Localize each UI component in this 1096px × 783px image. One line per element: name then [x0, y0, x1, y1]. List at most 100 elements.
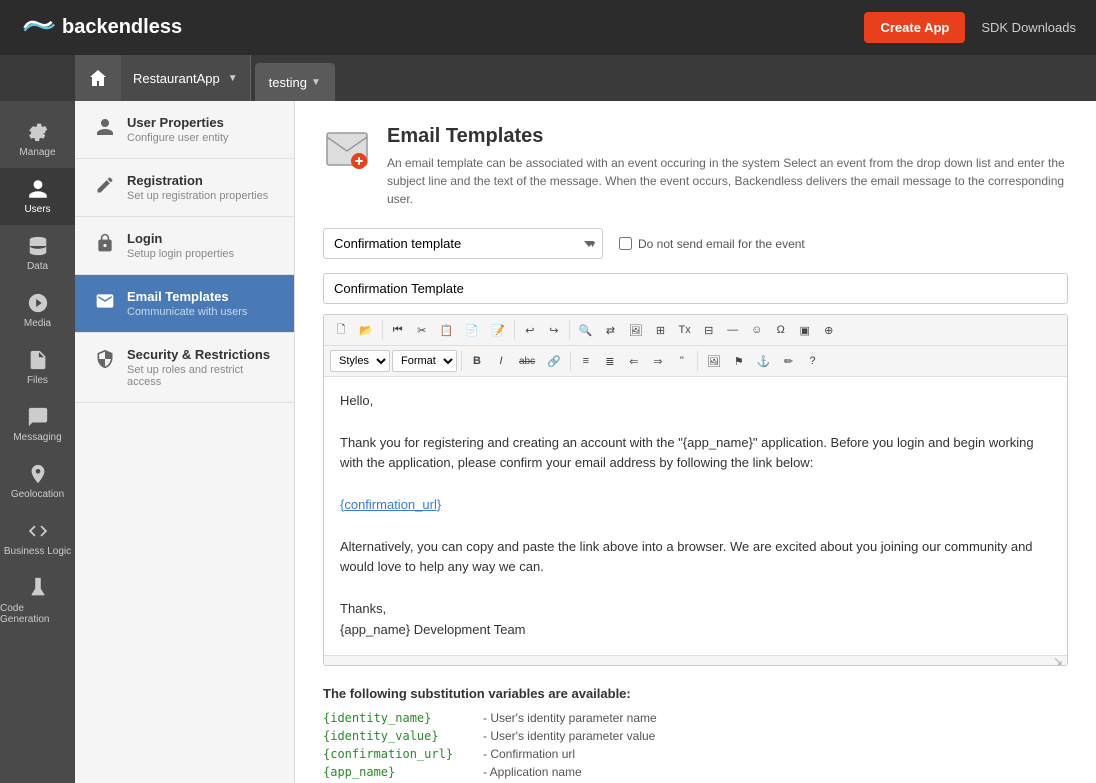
toolbar-open-btn[interactable]: 📂 [354, 319, 378, 341]
gear-icon [27, 121, 49, 143]
toolbar-undo-btn[interactable]: ↩ [519, 319, 541, 341]
toolbar-strikethrough-btn[interactable]: abc [514, 350, 540, 372]
editor-body[interactable]: Hello, Thank you for registering and cre… [324, 377, 1067, 655]
subst-desc-app-name: - Application name [483, 765, 582, 779]
nav-item-business-logic[interactable]: Business Logic [0, 510, 75, 567]
toolbar-cut-btn[interactable]: ✂ [411, 319, 433, 341]
toolbar-frame-btn[interactable]: ▣ [794, 319, 816, 341]
toolbar-new-btn[interactable]: 🗋 [330, 319, 352, 341]
toolbar-replace-btn[interactable]: ⇄ [600, 319, 622, 341]
app-selector[interactable]: RestaurantApp ▼ [121, 55, 251, 101]
page-description: An email template can be associated with… [387, 154, 1067, 208]
subst-var-app-name: {app_name} [323, 765, 483, 779]
toolbar-italic-btn[interactable]: I [490, 350, 512, 372]
toolbar-sep1 [382, 320, 383, 340]
toolbar-find-btn[interactable]: 🔍 [574, 319, 598, 341]
toolbar-outdent-btn[interactable]: ⇐ [623, 350, 645, 372]
registration-icon [95, 175, 115, 195]
toolbar-styles-select[interactable]: Styles [330, 350, 390, 372]
nav-item-users[interactable]: Users [0, 168, 75, 225]
editor-container: 🗋 📂 ⏮ ✂ 📋 📄 📝 ↩ ↪ 🔍 ⇄ 🖼 ⊞ Tx ⊟ — ☺ [323, 314, 1068, 666]
no-send-checkbox[interactable] [619, 237, 632, 250]
sidebar-item-registration[interactable]: Registration Set up registration propert… [75, 159, 294, 217]
content-area: Email Templates An email template can be… [295, 101, 1096, 783]
nav-item-files[interactable]: Files [0, 339, 75, 396]
editor-conf-url[interactable]: {confirmation_url} [340, 495, 1051, 516]
toolbar-special-char-btn[interactable]: Ω [770, 319, 792, 341]
nav-label-geolocation: Geolocation [11, 489, 64, 500]
sidebar-item-security-restrictions[interactable]: Security & Restrictions Set up roles and… [75, 333, 294, 403]
security-icon [95, 349, 115, 369]
toolbar-flash-btn[interactable]: ⊕ [818, 319, 840, 341]
user-properties-icon [95, 117, 115, 137]
home-button[interactable] [75, 55, 121, 101]
toolbar-format-select[interactable]: Format [392, 350, 457, 372]
template-select[interactable]: Confirmation template Password Recovery … [323, 228, 603, 259]
toolbar-indent-btn[interactable]: ⇒ [647, 350, 669, 372]
content-header: Email Templates An email template can be… [323, 125, 1068, 208]
nav-label-code-generation: Code Generation [0, 603, 75, 625]
toolbar-blockquote-btn[interactable]: " [671, 350, 693, 372]
sidebar-item-login[interactable]: Login Setup login properties [75, 217, 294, 275]
toolbar-image-btn[interactable]: 🖼 [624, 319, 648, 341]
user-icon [27, 178, 49, 200]
toolbar-sep3 [569, 320, 570, 340]
subst-row-confirmation-url: {confirmation_url} - Confirmation url [323, 747, 1068, 761]
nav-label-files: Files [27, 375, 48, 386]
sidebar-item-login-sub: Setup login properties [127, 248, 234, 260]
subst-var-identity-name: {identity_name} [323, 711, 483, 725]
no-send-label[interactable]: Do not send email for the event [619, 237, 805, 251]
nav-item-geolocation[interactable]: Geolocation [0, 453, 75, 510]
subst-row-identity-name: {identity_name} - User's identity parame… [323, 711, 1068, 725]
files-icon [27, 349, 49, 371]
editor-toolbar-row2: Styles Format B I abc 🔗 ≡ ≣ ⇐ ⇒ " 🖼 ⚑ [324, 346, 1067, 377]
toolbar-undo-all-btn[interactable]: ⏮ [387, 319, 409, 341]
toolbar-ul-btn[interactable]: ≣ [599, 350, 621, 372]
nav-label-media: Media [24, 318, 51, 329]
login-icon [95, 233, 115, 253]
toolbar-redo-btn[interactable]: ↪ [543, 319, 565, 341]
nav-item-data[interactable]: Data [0, 225, 75, 282]
toolbar-ol-btn[interactable]: ≡ [575, 350, 597, 372]
toolbar-sep4 [461, 351, 462, 371]
sidebar-item-user-properties[interactable]: User Properties Configure user entity [75, 101, 294, 159]
env-selector[interactable]: testing ▼ [255, 63, 335, 101]
template-name-input[interactable] [323, 273, 1068, 304]
nav-item-code-generation[interactable]: Code Generation [0, 567, 75, 635]
sidebar-item-security-text: Security & Restrictions Set up roles and… [127, 347, 278, 388]
toolbar-select-all-btn[interactable]: ⊞ [649, 319, 671, 341]
content-header-text: Email Templates An email template can be… [387, 125, 1067, 208]
nav-item-messaging[interactable]: Messaging [0, 396, 75, 453]
sidebar-item-email-templates-text: Email Templates Communicate with users [127, 289, 247, 318]
sidebar-item-email-templates[interactable]: Email Templates Communicate with users [75, 275, 294, 333]
toolbar-paste-word-btn[interactable]: 📝 [486, 319, 510, 341]
no-send-text: Do not send email for the event [638, 237, 805, 251]
toolbar-remove-format-btn[interactable]: Tx [673, 319, 695, 341]
toolbar-anchor-btn[interactable]: ⚓ [752, 350, 776, 372]
editor-resize-handle[interactable]: ↘ [324, 655, 1067, 665]
toolbar-table-btn[interactable]: ⊟ [698, 319, 720, 341]
sidebar-item-registration-title: Registration [127, 173, 268, 188]
topbar: backendless Create App SDK Downloads [0, 0, 1096, 55]
toolbar-img2-btn[interactable]: 🖼 [702, 350, 726, 372]
sdk-downloads-link[interactable]: SDK Downloads [981, 20, 1076, 35]
toolbar-smiley-btn[interactable]: ☺ [746, 319, 768, 341]
nav-item-manage[interactable]: Manage [0, 111, 75, 168]
toolbar-paste-btn[interactable]: 📄 [460, 319, 484, 341]
page-title: Email Templates [387, 125, 1067, 148]
editor-line-thankyou: Thank you for registering and creating a… [340, 433, 1051, 475]
nav-item-media[interactable]: Media [0, 282, 75, 339]
subst-row-app-name: {app_name} - Application name [323, 765, 1068, 779]
toolbar-copy-btn[interactable]: 📋 [435, 319, 459, 341]
toolbar-flag-btn[interactable]: ⚑ [728, 350, 750, 372]
media-icon [27, 292, 49, 314]
toolbar-hr-btn[interactable]: — [722, 319, 744, 341]
create-app-button[interactable]: Create App [864, 12, 965, 43]
toolbar-help-btn[interactable]: ? [802, 350, 824, 372]
toolbar-link-btn[interactable]: 🔗 [542, 350, 566, 372]
toolbar-edit-btn[interactable]: ✏ [778, 350, 800, 372]
subst-row-identity-value: {identity_value} - User's identity param… [323, 729, 1068, 743]
toolbar-bold-btn[interactable]: B [466, 350, 488, 372]
toolbar-sep5 [570, 351, 571, 371]
subst-desc-confirmation-url: - Confirmation url [483, 747, 575, 761]
